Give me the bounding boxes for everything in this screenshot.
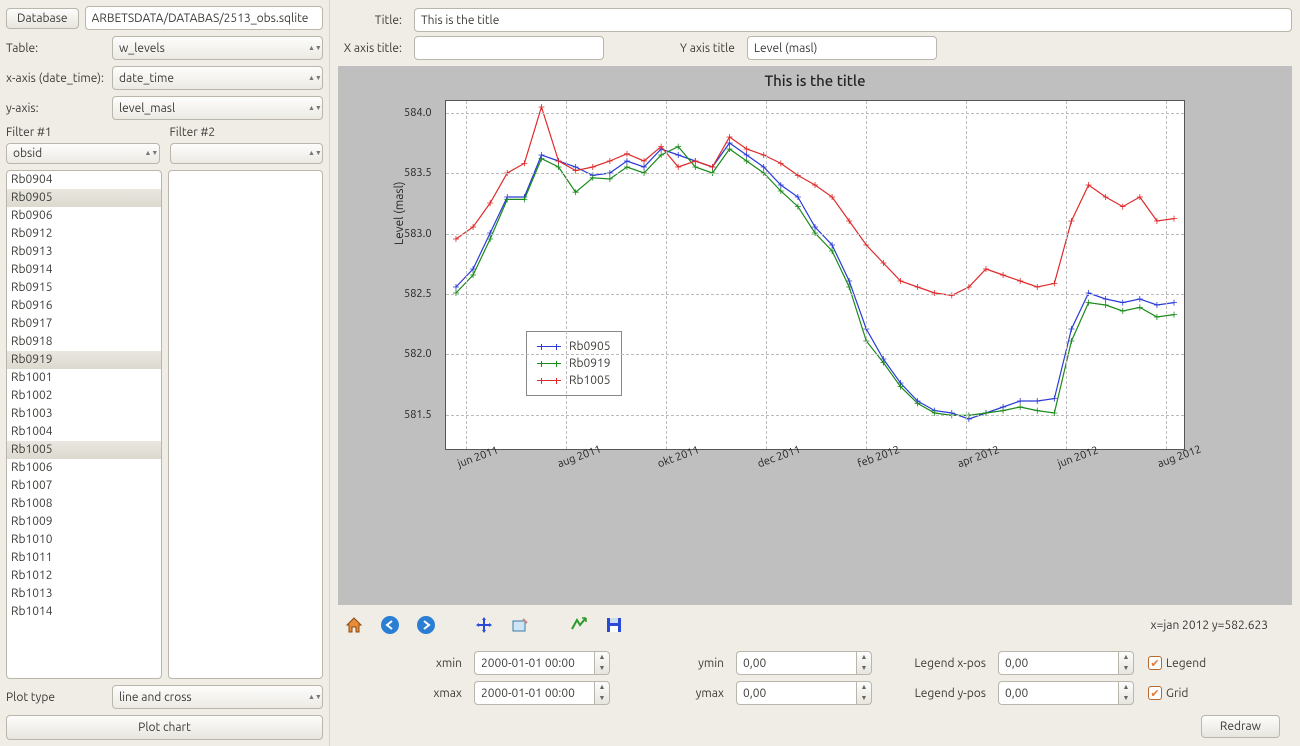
ytick: 582.0	[404, 348, 432, 360]
subplots-icon[interactable]	[566, 613, 590, 637]
list-item[interactable]: Rb1014	[7, 603, 161, 621]
xaxis-title-input[interactable]	[414, 36, 604, 60]
list-item[interactable]: Rb1003	[7, 405, 161, 423]
plot-chart-button[interactable]: Plot chart	[6, 715, 323, 740]
list-item[interactable]: Rb0917	[7, 315, 161, 333]
grid-checkbox[interactable]: ✔	[1148, 686, 1162, 700]
legend-y-label: Legend y-pos	[902, 687, 992, 700]
list-item[interactable]: Rb1004	[7, 423, 161, 441]
list-item[interactable]: Rb0905	[7, 189, 161, 207]
home-icon[interactable]	[342, 613, 366, 637]
list-item[interactable]: Rb1013	[7, 585, 161, 603]
forward-icon[interactable]	[414, 613, 438, 637]
ymin-input[interactable]	[736, 651, 856, 675]
chart-legend: Rb0905Rb0919Rb1005	[526, 331, 622, 396]
ymax-spin[interactable]: ▲▼	[856, 681, 872, 705]
table-label: Table:	[6, 42, 106, 55]
legend-y-spin[interactable]: ▲▼	[1118, 681, 1134, 705]
xmin-input[interactable]	[474, 651, 594, 675]
database-path-input[interactable]	[85, 6, 323, 30]
list-item[interactable]: Rb1012	[7, 567, 161, 585]
list-item[interactable]: Rb1001	[7, 369, 161, 387]
list-item[interactable]: Rb0906	[7, 207, 161, 225]
xmin-label: xmin	[378, 657, 468, 670]
xmax-label: xmax	[378, 687, 468, 700]
ytick: 584.0	[404, 107, 432, 119]
list-item[interactable]: Rb1005	[7, 441, 161, 459]
yaxis-title-label: Y axis title	[680, 42, 741, 55]
filter1-listbox[interactable]: Rb0904Rb0905Rb0906Rb0912Rb0913Rb0914Rb09…	[6, 170, 162, 679]
cursor-status: x=jan 2012 y=582.623	[1151, 619, 1288, 632]
list-item[interactable]: Rb1010	[7, 531, 161, 549]
ymin-label: ymin	[640, 657, 730, 670]
xmax-spin[interactable]: ▲▼	[594, 681, 610, 705]
xmax-input[interactable]	[474, 681, 594, 705]
back-icon[interactable]	[378, 613, 402, 637]
list-item[interactable]: Rb0918	[7, 333, 161, 351]
list-item[interactable]: Rb0904	[7, 171, 161, 189]
list-item[interactable]: Rb0912	[7, 225, 161, 243]
filter2-listbox[interactable]	[168, 170, 324, 679]
ytick: 582.5	[404, 288, 432, 300]
legend-y-input[interactable]	[998, 681, 1118, 705]
ytick: 583.5	[404, 167, 432, 179]
ymax-label: ymax	[640, 687, 730, 700]
list-item[interactable]: Rb1002	[7, 387, 161, 405]
list-item[interactable]: Rb1009	[7, 513, 161, 531]
plottype-select[interactable]: line and cross▲▼	[112, 685, 323, 709]
filter2-label: Filter #2	[170, 126, 324, 139]
xmin-spin[interactable]: ▲▼	[594, 651, 610, 675]
list-item[interactable]: Rb0919	[7, 351, 161, 369]
plot-toolbar: x=jan 2012 y=582.623	[338, 605, 1292, 645]
chart-title: This is the title	[445, 72, 1185, 89]
list-item[interactable]: Rb0915	[7, 279, 161, 297]
filter2-select[interactable]: ▲▼	[170, 143, 324, 164]
pan-icon[interactable]	[472, 613, 496, 637]
filter1-select[interactable]: obsid▲▼	[6, 143, 160, 164]
legend-x-spin[interactable]: ▲▼	[1118, 651, 1134, 675]
list-item[interactable]: Rb0913	[7, 243, 161, 261]
title-input[interactable]	[414, 8, 1292, 32]
right-panel: Title: X axis title: Y axis title This i…	[330, 0, 1300, 746]
zoom-icon[interactable]	[508, 613, 532, 637]
left-panel: Database Table: w_levels▲▼ x-axis (date_…	[0, 0, 330, 746]
title-label: Title:	[338, 14, 408, 27]
chart-plot: Rb0905Rb0919Rb1005 581.5582.0582.5583.05…	[445, 100, 1185, 450]
legend-x-label: Legend x-pos	[902, 657, 992, 670]
xaxis-label: x-axis (date_time):	[6, 72, 106, 85]
chart-area: This is the title Level (masl) Rb0905Rb0…	[338, 66, 1292, 605]
save-icon[interactable]	[602, 613, 626, 637]
ytick: 581.5	[404, 409, 432, 421]
redraw-button[interactable]: Redraw	[1201, 715, 1280, 738]
list-item[interactable]: Rb1008	[7, 495, 161, 513]
yaxis-select[interactable]: level_masl▲▼	[112, 96, 323, 120]
legend-x-input[interactable]	[998, 651, 1118, 675]
table-select[interactable]: w_levels▲▼	[112, 36, 323, 60]
legend-checkbox[interactable]: ✔	[1148, 656, 1162, 670]
list-item[interactable]: Rb1006	[7, 459, 161, 477]
list-item[interactable]: Rb0916	[7, 297, 161, 315]
list-item[interactable]: Rb1007	[7, 477, 161, 495]
bottom-controls: xmin ▲▼ xmax ▲▼ ymin ▲▼ ymax ▲▼ Legend x-pos…	[338, 645, 1292, 711]
xaxis-select[interactable]: date_time▲▼	[112, 66, 323, 90]
legend-check-label: Legend	[1166, 657, 1206, 670]
xaxis-title-label: X axis title:	[338, 42, 408, 55]
database-button[interactable]: Database	[6, 8, 79, 29]
list-item[interactable]: Rb1011	[7, 549, 161, 567]
filter1-label: Filter #1	[6, 126, 160, 139]
list-item[interactable]: Rb0914	[7, 261, 161, 279]
yaxis-label: y-axis:	[6, 102, 106, 115]
yaxis-title-input[interactable]	[747, 36, 937, 60]
ymax-input[interactable]	[736, 681, 856, 705]
grid-check-label: Grid	[1166, 687, 1188, 700]
ymin-spin[interactable]: ▲▼	[856, 651, 872, 675]
ytick: 583.0	[404, 228, 432, 240]
plottype-label: Plot type	[6, 691, 106, 704]
